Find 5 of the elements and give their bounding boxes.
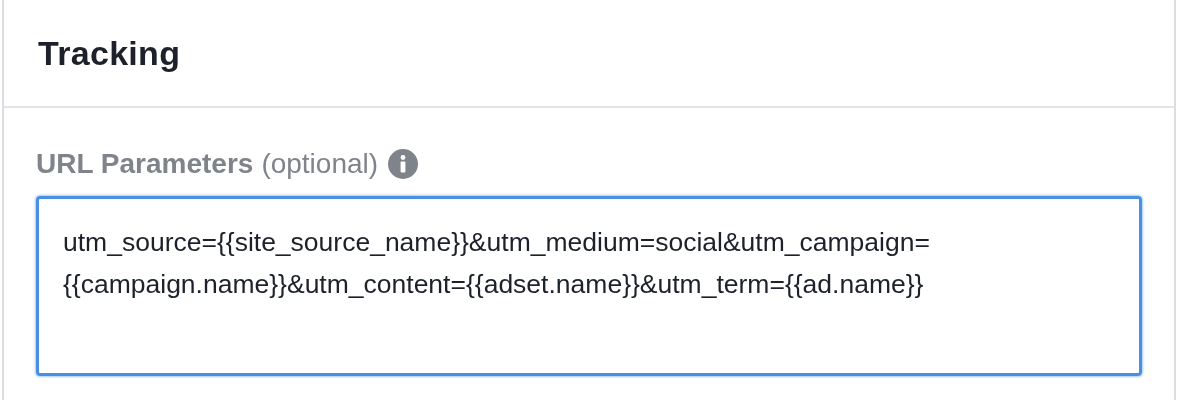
field-label: URL Parameters xyxy=(36,148,254,180)
field-hint: (optional) xyxy=(261,148,379,180)
info-icon[interactable] xyxy=(388,149,419,179)
section-title: Tracking xyxy=(38,33,181,73)
url-parameters-field[interactable]: utm_source={{site_source_name}}&utm_medium=social&utm_campaign= {{campaign.name}}&utm_content={{adset.name}}&utm_term={{ad.name}} xyxy=(36,196,1142,376)
